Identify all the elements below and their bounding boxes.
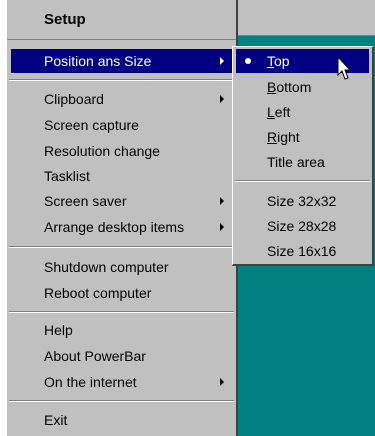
menu-separator <box>9 311 234 313</box>
submenu-item-label: op <box>274 53 290 69</box>
menu-item-about-powerbar[interactable]: About PowerBar <box>11 344 232 368</box>
menu-item-label: On the internet <box>44 374 137 390</box>
menu-item-tasklist[interactable]: Tasklist <box>11 164 232 188</box>
submenu-item-label: Size 28x28 <box>267 218 337 234</box>
menu-item-clipboard[interactable]: Clipboard <box>11 87 232 111</box>
submenu-separator <box>235 180 370 182</box>
menu-item-label: Clipboard <box>44 91 104 107</box>
menu-item-screen-capture[interactable]: Screen capture <box>11 113 232 137</box>
menu-header: Setup <box>7 0 236 40</box>
menu-item-label: About PowerBar <box>44 348 146 364</box>
accelerator-letter: R <box>267 129 278 145</box>
submenu-item-size-16[interactable]: Size 16x16 <box>236 239 369 263</box>
menu-item-label: Reboot computer <box>44 285 152 301</box>
menu-item-screen-saver[interactable]: Screen saver <box>11 189 232 213</box>
radio-bullet-icon <box>245 58 251 64</box>
menu-item-label: Exit <box>44 412 68 428</box>
menu-item-label: Position ans Size <box>44 53 152 69</box>
menu-item-label: Resolution change <box>44 143 160 159</box>
submenu-arrow-icon <box>220 95 224 103</box>
menu-item-label: Help <box>44 322 73 338</box>
accelerator-letter: L <box>267 104 275 120</box>
submenu-item-size-28[interactable]: Size 28x28 <box>236 214 369 238</box>
setup-menu: Setup Position ans Size Clipboard Screen… <box>6 0 238 436</box>
submenu-item-right[interactable]: Right <box>236 125 369 149</box>
menu-item-label: Shutdown computer <box>44 259 169 275</box>
mouse-pointer-icon <box>337 56 352 80</box>
submenu-item-label: Title area <box>267 154 325 170</box>
submenu-item-title-area[interactable]: Title area <box>236 150 369 174</box>
menu-item-resolution-change[interactable]: Resolution change <box>11 139 232 163</box>
submenu-item-left[interactable]: Left <box>236 100 369 124</box>
submenu-item-label: Size 32x32 <box>267 193 337 209</box>
submenu-arrow-icon <box>220 57 224 65</box>
accelerator-letter: T <box>267 53 274 69</box>
submenu-item-label: Size 16x16 <box>267 243 337 259</box>
menu-item-label: Tasklist <box>44 168 90 184</box>
menu-item-on-the-internet[interactable]: On the internet <box>11 370 232 394</box>
submenu-arrow-icon <box>220 223 224 231</box>
menu-item-exit[interactable]: Exit <box>11 408 232 432</box>
submenu-arrow-icon <box>220 378 224 386</box>
menu-item-help[interactable]: Help <box>11 318 232 342</box>
submenu-item-label: ottom <box>276 79 312 95</box>
submenu-item-label: eft <box>274 104 291 120</box>
menu-item-label: Arrange desktop items <box>44 219 185 235</box>
menu-separator <box>9 79 234 81</box>
menu-separator <box>9 246 234 248</box>
menu-item-shutdown-computer[interactable]: Shutdown computer <box>11 255 232 279</box>
submenu-arrow-icon <box>220 197 224 205</box>
taskbar-strip <box>238 0 375 36</box>
menu-separator <box>9 400 234 402</box>
accelerator-letter: B <box>267 79 277 95</box>
menu-item-label: Screen capture <box>44 117 139 133</box>
menu-item-label: Screen saver <box>44 193 127 209</box>
menu-item-position-and-size[interactable]: Position ans Size <box>11 49 232 73</box>
menu-item-arrange-desktop-items[interactable]: Arrange desktop items <box>11 215 232 239</box>
submenu-item-size-32[interactable]: Size 32x32 <box>236 189 369 213</box>
menu-item-reboot-computer[interactable]: Reboot computer <box>11 281 232 305</box>
submenu-item-label: ight <box>277 129 300 145</box>
